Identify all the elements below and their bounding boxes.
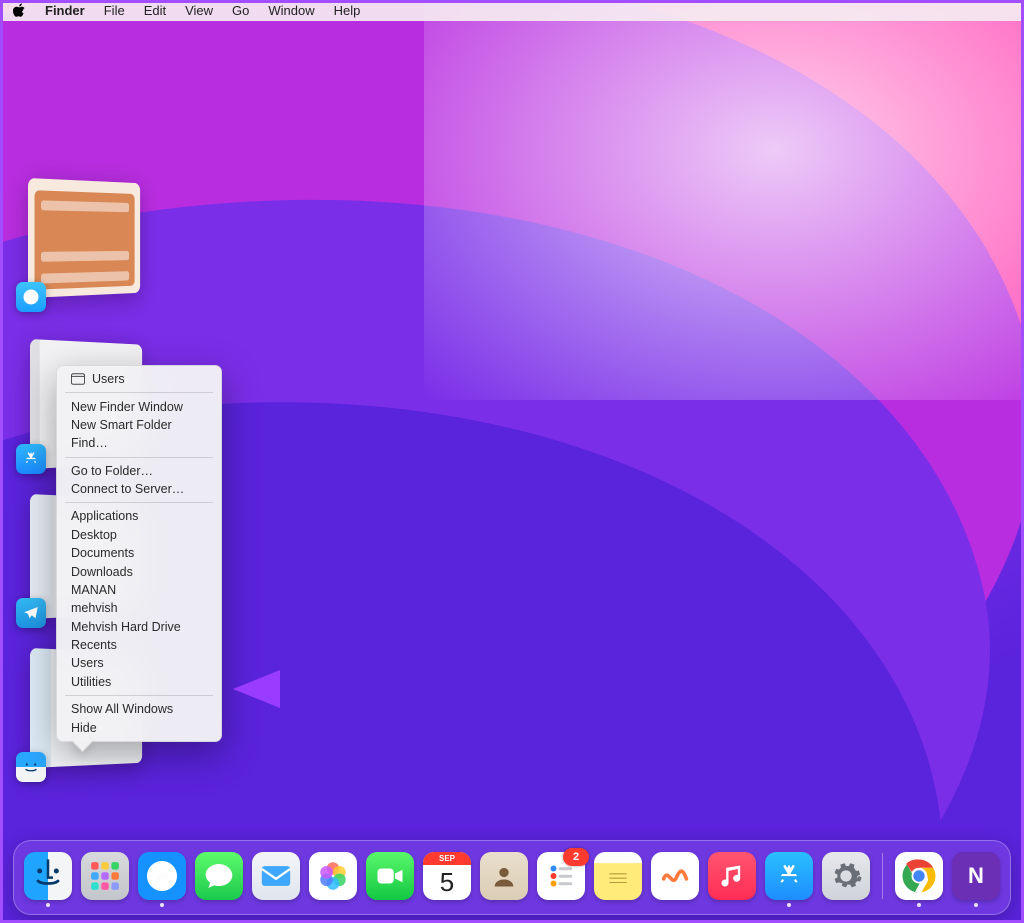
context-menu-item[interactable]: Applications: [57, 507, 221, 525]
context-menu-item[interactable]: Mehvish Hard Drive: [57, 618, 221, 636]
calendar-day: 5: [423, 867, 471, 898]
context-menu-item[interactable]: Users: [57, 654, 221, 672]
dock-divider: [882, 853, 883, 899]
dock-freeform[interactable]: [651, 852, 699, 900]
context-menu-separator: [65, 502, 213, 503]
onenote-label: N: [968, 863, 984, 889]
telegram-icon[interactable]: [16, 598, 46, 628]
context-menu-item[interactable]: Show All Windows: [57, 700, 221, 718]
context-menu-separator: [65, 392, 213, 393]
dock-finder[interactable]: [24, 852, 72, 900]
window-icon: [71, 373, 85, 385]
menu-app-name[interactable]: Finder: [45, 3, 85, 18]
context-menu-separator: [65, 695, 213, 696]
context-menu-item[interactable]: New Smart Folder: [57, 416, 221, 434]
menu-view[interactable]: View: [185, 3, 213, 18]
dock-contacts[interactable]: [480, 852, 528, 900]
reminders-badge: 2: [563, 848, 589, 866]
context-menu-item[interactable]: Connect to Server…: [57, 480, 221, 498]
finder-icon[interactable]: [16, 752, 46, 782]
context-menu-item[interactable]: Documents: [57, 544, 221, 562]
dock-onenote[interactable]: N: [952, 852, 1000, 900]
context-menu-separator: [65, 457, 213, 458]
dock-messages[interactable]: [195, 852, 243, 900]
app-store-icon[interactable]: [16, 444, 46, 474]
safari-icon[interactable]: [16, 282, 46, 312]
dock-notes[interactable]: [594, 852, 642, 900]
dock-music[interactable]: [708, 852, 756, 900]
menu-window[interactable]: Window: [268, 3, 314, 18]
dock-mail[interactable]: [252, 852, 300, 900]
context-menu-item[interactable]: Recents: [57, 636, 221, 654]
dock-app-store[interactable]: [765, 852, 813, 900]
context-menu-item[interactable]: Hide: [57, 718, 221, 736]
dock-photos[interactable]: [309, 852, 357, 900]
dock-system-settings[interactable]: [822, 852, 870, 900]
context-menu-item[interactable]: Desktop: [57, 526, 221, 544]
menu-help[interactable]: Help: [334, 3, 361, 18]
context-menu-item[interactable]: MANAN: [57, 581, 221, 599]
context-menu-item[interactable]: Downloads: [57, 562, 221, 580]
context-menu-item[interactable]: Find…: [57, 434, 221, 452]
menu-edit[interactable]: Edit: [144, 3, 166, 18]
context-menu-item[interactable]: mehvish: [57, 599, 221, 617]
dock-launchpad[interactable]: [81, 852, 129, 900]
dock: SEP 5 2 N: [13, 840, 1011, 915]
menu-file[interactable]: File: [104, 3, 125, 18]
menu-go[interactable]: Go: [232, 3, 249, 18]
dock-safari[interactable]: [138, 852, 186, 900]
calendar-month: SEP: [423, 852, 471, 865]
finder-dock-context-menu: Users New Finder Window New Smart Folder…: [56, 365, 222, 742]
dock-reminders[interactable]: 2: [537, 852, 585, 900]
dock-calendar[interactable]: SEP 5: [423, 852, 471, 900]
context-menu-item[interactable]: Utilities: [57, 673, 221, 691]
context-menu-header-label: Users: [92, 372, 125, 386]
window-preview-safari[interactable]: [28, 178, 140, 298]
menu-bar: Finder File Edit View Go Window Help: [0, 0, 1024, 21]
context-menu-item[interactable]: Go to Folder…: [57, 462, 221, 480]
dock-chrome[interactable]: [895, 852, 943, 900]
dock-facetime[interactable]: [366, 852, 414, 900]
context-menu-header[interactable]: Users: [57, 370, 221, 388]
apple-menu-icon[interactable]: [12, 3, 26, 18]
context-menu-item[interactable]: New Finder Window: [57, 397, 221, 415]
